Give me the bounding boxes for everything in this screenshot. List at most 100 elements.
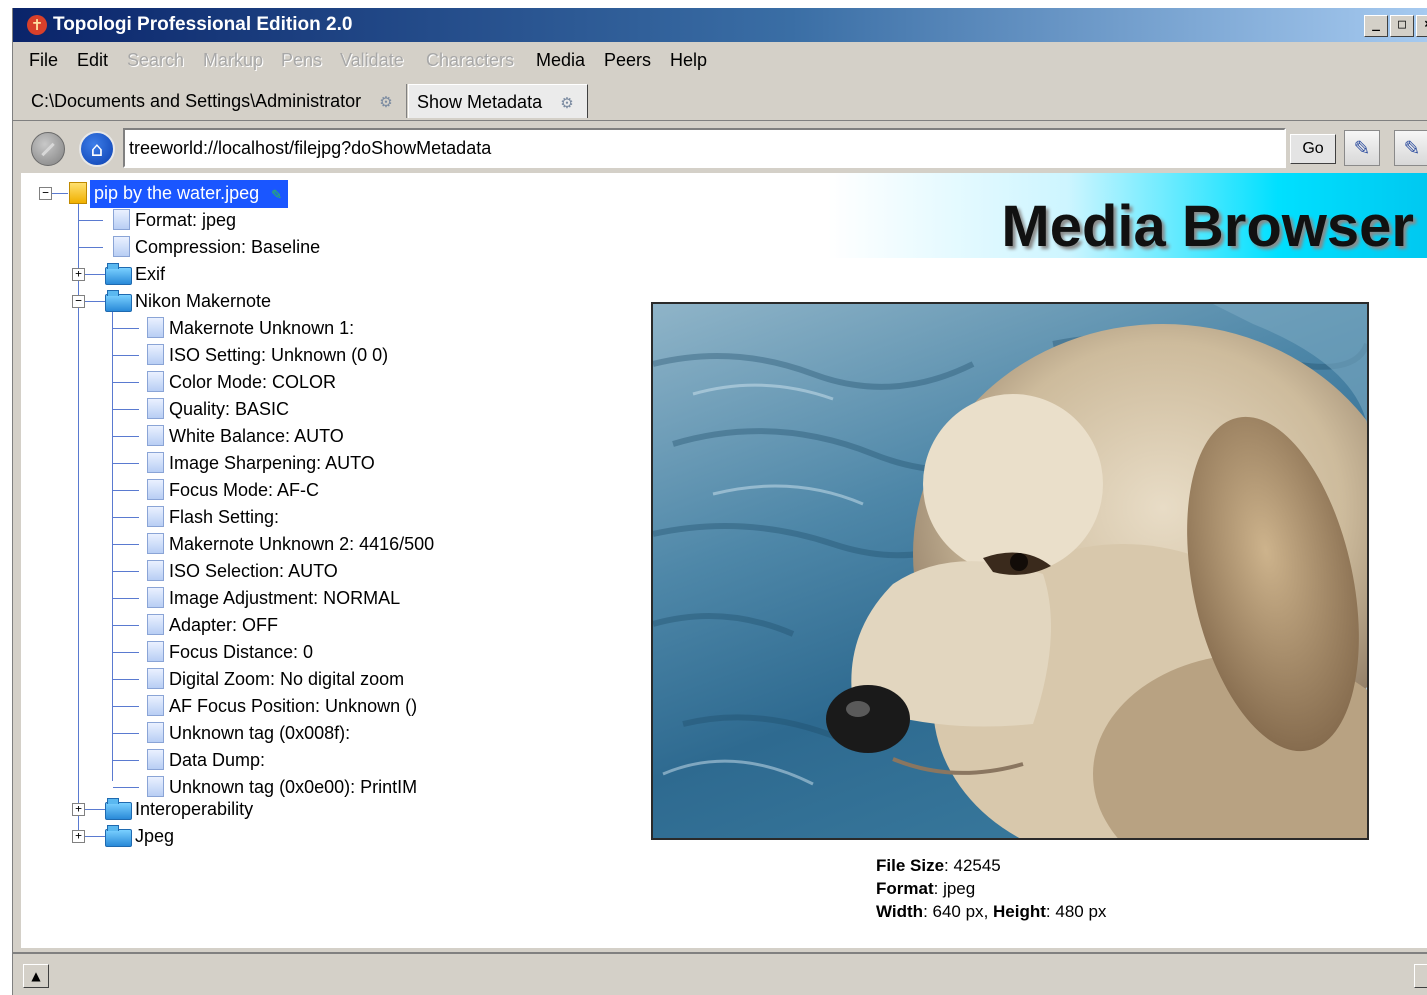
tree-node-jpeg[interactable]: + Jpeg (21, 823, 221, 849)
expand-icon[interactable]: + (72, 830, 85, 843)
view-source-icon[interactable]: ✎ (1344, 130, 1380, 166)
media-info: File Size: 42545 Format: jpeg Width: 640… (876, 854, 1106, 923)
document-icon (147, 614, 164, 635)
close-tab-icon[interactable]: ⚙ (378, 94, 394, 110)
tree-connector (113, 355, 139, 356)
tree-node-root-label[interactable]: pip by the water.jpeg ✎ (90, 180, 289, 208)
tree-connector (113, 382, 139, 383)
tree-node-leaf[interactable]: Image Adjustment: NORMAL (21, 585, 501, 611)
tree-connector (113, 463, 139, 464)
menu-search[interactable]: Search (127, 44, 184, 76)
close-button[interactable]: × (1416, 15, 1427, 37)
tree-node-leaf-label: Image Adjustment: NORMAL (169, 588, 401, 608)
tree-node-exif-label: Exif (135, 264, 166, 284)
tree-connector (113, 787, 139, 788)
link-icon: ✎ (271, 187, 283, 202)
folder-icon (105, 263, 132, 285)
banner: Media Browser (828, 173, 1427, 259)
tree-node-leaf-label: Adapter: OFF (169, 615, 279, 635)
expand-icon[interactable]: + (72, 803, 85, 816)
document-icon (147, 695, 164, 716)
status-scroll-handle[interactable] (1414, 964, 1427, 988)
expand-icon[interactable]: + (72, 268, 85, 281)
document-icon (113, 236, 130, 257)
tree-connector (52, 193, 68, 194)
tree-node-leaf[interactable]: Makernote Unknown 2: 4416/500 (21, 531, 501, 557)
tree-node-leaf[interactable]: Makernote Unknown 1: (21, 315, 501, 341)
tree-node-leaf-label: ISO Selection: AUTO (169, 561, 338, 581)
menu-validate[interactable]: Validate (340, 44, 404, 76)
tree-node-leaf-label: Quality: BASIC (169, 399, 290, 419)
menu-file[interactable]: File (29, 44, 58, 76)
content-pane: Media Browser − pip by the water.jpeg ✎ F… (21, 173, 1427, 948)
tree-node-exif[interactable]: + Exif (21, 261, 221, 287)
collapse-icon[interactable]: − (39, 187, 52, 200)
tree-connector (113, 679, 139, 680)
url-input[interactable] (123, 128, 1286, 168)
tree-node-leaf[interactable]: Unknown tag (0x008f): (21, 720, 501, 746)
tree-node-leaf[interactable]: Focus Mode: AF-C (21, 477, 501, 503)
tree-node-leaf[interactable]: White Balance: AUTO (21, 423, 501, 449)
tree-node-leaf[interactable]: Image Sharpening: AUTO (21, 450, 501, 476)
tree-node-leaf[interactable]: Color Mode: COLOR (21, 369, 501, 395)
menu-media[interactable]: Media (536, 44, 585, 76)
tree-node-interoperability[interactable]: + Interoperability (21, 796, 321, 822)
tree-node-leaf[interactable]: ISO Selection: AUTO (21, 558, 501, 584)
tree-node-compression-label: Compression: Baseline (135, 237, 321, 257)
tree-node-leaf[interactable]: ISO Setting: Unknown (0 0) (21, 342, 501, 368)
go-button[interactable]: Go (1290, 134, 1336, 164)
maximize-button[interactable]: □ (1390, 15, 1414, 37)
window-controls: _ □ × (1364, 15, 1427, 37)
document-icon (147, 398, 164, 419)
edit-page-icon[interactable]: ✎ (1394, 130, 1427, 166)
tab-documents[interactable]: C:\Documents and Settings\Administrator … (23, 84, 407, 118)
topologi-app-icon[interactable]: ✝ (27, 15, 47, 35)
tree-node-leaf-label: Makernote Unknown 2: 4416/500 (169, 534, 435, 554)
tab-documents-label: C:\Documents and Settings\Administrator (31, 91, 362, 111)
stop-icon[interactable] (31, 132, 65, 166)
tree-connector (113, 490, 139, 491)
scroll-up-arrow-icon[interactable]: ▲ (23, 964, 49, 988)
dimensions-row: Width: 640 px, Height: 480 px (876, 902, 1107, 921)
tree-node-leaf[interactable]: Flash Setting: (21, 504, 501, 530)
tree-node-leaf[interactable]: Quality: BASIC (21, 396, 501, 422)
tree-node-leaf-label: Makernote Unknown 1: (169, 318, 355, 338)
tree-node-leaf[interactable]: Digital Zoom: No digital zoom (21, 666, 501, 692)
document-icon (147, 452, 164, 473)
tree-node-leaf[interactable]: AF Focus Position: Unknown () (21, 693, 501, 719)
tree-node-leaf-label: Digital Zoom: No digital zoom (169, 669, 405, 689)
home-icon[interactable]: ⌂ (79, 131, 115, 167)
tree-node-format[interactable]: Format: jpeg (21, 207, 321, 233)
tree-node-leaf-label: Flash Setting: (169, 507, 280, 527)
close-tab-icon[interactable]: ⚙ (559, 95, 575, 111)
height-value: 480 px (1055, 902, 1107, 921)
document-icon (113, 209, 130, 230)
minimize-button[interactable]: _ (1364, 15, 1388, 37)
document-icon (147, 749, 164, 770)
media-preview-image[interactable] (651, 302, 1369, 840)
tree-node-nikon-makernote[interactable]: − Nikon Makernote (21, 288, 321, 314)
menu-pens[interactable]: Pens (281, 44, 322, 76)
menu-help[interactable]: Help (670, 44, 707, 76)
menu-markup[interactable]: Markup (203, 44, 263, 76)
tree-connector (79, 247, 103, 248)
menu-edit[interactable]: Edit (77, 44, 108, 76)
tree-node-leaf[interactable]: Adapter: OFF (21, 612, 501, 638)
application-window: ✝ Topologi Professional Edition 2.0 _ □ … (12, 8, 1427, 995)
menu-peers[interactable]: Peers (604, 44, 651, 76)
document-icon (147, 668, 164, 689)
document-icon (147, 776, 164, 797)
document-icon (147, 479, 164, 500)
tree-node-compression[interactable]: Compression: Baseline (21, 234, 381, 260)
document-icon (147, 344, 164, 365)
tree-node-leaf[interactable]: Data Dump: (21, 747, 501, 773)
tab-strip: C:\Documents and Settings\Administrator … (13, 82, 1427, 121)
dog-photo-illustration (653, 304, 1367, 838)
tree-node-root[interactable]: − pip by the water.jpeg ✎ (21, 180, 351, 208)
tree-node-leaf[interactable]: Focus Distance: 0 (21, 639, 501, 665)
tab-show-metadata[interactable]: Show Metadata ⚙ (408, 84, 588, 118)
menu-characters[interactable]: Characters (426, 44, 514, 76)
collapse-icon[interactable]: − (72, 295, 85, 308)
tree-connector (113, 409, 139, 410)
title-bar[interactable]: ✝ Topologi Professional Edition 2.0 _ □ … (13, 8, 1427, 42)
